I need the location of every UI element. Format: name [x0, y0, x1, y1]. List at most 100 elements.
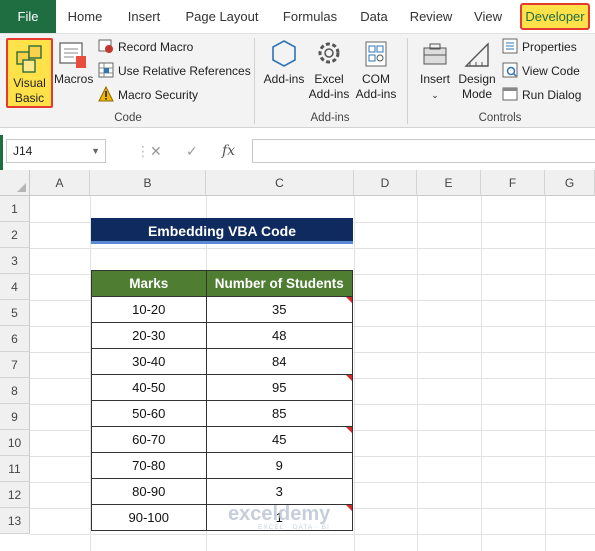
row-header[interactable]: 9 [0, 404, 30, 430]
addins-group-label: Add-ins [310, 112, 350, 124]
tab-review[interactable]: Review [402, 0, 460, 33]
marks-cell[interactable]: 50-60 [91, 400, 207, 427]
row-header[interactable]: 13 [0, 508, 30, 534]
row-header[interactable]: 4 [0, 274, 30, 300]
ribbon: Visual Basic Macros Record Macro Use Rel… [0, 33, 595, 128]
gridline [30, 248, 595, 249]
excel-addins-button[interactable]: Excel Add-ins [306, 38, 352, 102]
tab-home[interactable]: Home [60, 0, 110, 33]
column-header[interactable]: G [545, 170, 595, 196]
insert-controls-button[interactable]: Insert ⌄ [414, 38, 456, 103]
column-header[interactable]: E [417, 170, 481, 196]
enter-icon[interactable]: ✓ [186, 139, 198, 163]
marks-cell[interactable]: 70-80 [91, 452, 207, 479]
marks-cell[interactable]: 40-50 [91, 374, 207, 401]
controls-group-label: Controls [478, 112, 522, 124]
table-header[interactable]: Marks [91, 270, 207, 297]
row-header[interactable]: 5 [0, 300, 30, 326]
chevron-down-icon[interactable]: ▼ [91, 140, 100, 162]
tab-formulas[interactable]: Formulas [274, 0, 346, 33]
column-header[interactable]: C [206, 170, 354, 196]
run-dialog-button[interactable]: Run Dialog [502, 85, 581, 105]
gridline [481, 196, 482, 551]
design-mode-icon [460, 38, 494, 70]
cancel-icon[interactable]: ✕ [150, 139, 162, 163]
gridline [30, 534, 595, 535]
students-cell[interactable]: 45 [205, 426, 354, 453]
worksheet-grid[interactable]: A B C D E F G 1 2 3 4 5 6 7 8 9 10 11 12… [0, 170, 595, 551]
properties-button[interactable]: Properties [502, 37, 577, 57]
properties-icon [502, 38, 518, 54]
sheet-title[interactable]: Embedding VBA Code [91, 218, 353, 244]
marks-cell[interactable]: 20-30 [91, 322, 207, 349]
visual-basic-button[interactable]: Visual Basic [6, 38, 53, 108]
chevron-down-icon: ⌄ [431, 90, 439, 100]
students-cell[interactable]: 35 [205, 296, 354, 323]
students-cell[interactable]: 3 [205, 478, 354, 505]
row-header[interactable]: 12 [0, 482, 30, 508]
addins-button[interactable]: Add-ins [262, 38, 306, 87]
row-header[interactable]: 8 [0, 378, 30, 404]
row-header[interactable]: 6 [0, 326, 30, 352]
students-cell[interactable]: 85 [205, 400, 354, 427]
record-macro-button[interactable]: Record Macro [98, 37, 193, 57]
watermark-logo: exceldemy EXCEL · DATA · BI [228, 503, 330, 531]
marks-cell[interactable]: 30-40 [91, 348, 207, 375]
insert-function-icon[interactable]: fx [222, 139, 235, 163]
record-macro-icon [98, 38, 114, 54]
column-header[interactable]: B [90, 170, 206, 196]
table-row: 70-80 9 [91, 452, 354, 479]
properties-label: Properties [522, 40, 577, 54]
students-cell[interactable]: 95 [205, 374, 354, 401]
tab-page-layout[interactable]: Page Layout [178, 0, 266, 33]
students-cell[interactable]: 9 [205, 452, 354, 479]
row-header[interactable]: 10 [0, 430, 30, 456]
group-divider [254, 38, 255, 124]
marks-cell[interactable]: 80-90 [91, 478, 207, 505]
column-header[interactable]: D [354, 170, 417, 196]
students-cell[interactable]: 84 [205, 348, 354, 375]
com-addins-button[interactable]: COM Add-ins [352, 38, 400, 102]
table-row: 30-40 84 [91, 348, 354, 375]
macros-button[interactable]: Macros [54, 38, 93, 87]
group-divider [407, 38, 408, 124]
column-header[interactable]: A [30, 170, 90, 196]
formula-buttons: ⋮ ✕ ✓ fx [136, 139, 248, 163]
addins-icon [267, 38, 301, 70]
name-box[interactable]: J14 ▼ [6, 139, 106, 163]
marks-cell[interactable]: 90-100 [91, 504, 207, 531]
students-cell[interactable]: 48 [205, 322, 354, 349]
row-header[interactable]: 11 [0, 456, 30, 482]
macro-security-button[interactable]: Macro Security [98, 85, 198, 105]
column-header[interactable]: F [481, 170, 545, 196]
design-mode-button[interactable]: Design Mode [456, 38, 498, 102]
macro-security-label: Macro Security [118, 88, 199, 102]
row-header[interactable]: 2 [0, 222, 30, 248]
visual-basic-label: Visual Basic [13, 76, 46, 105]
tab-file[interactable]: File [0, 0, 56, 33]
tab-view[interactable]: View [466, 0, 510, 33]
table-row: 10-20 35 [91, 296, 354, 323]
marks-table: Marks Number of Students 10-20 35 20-30 … [91, 270, 354, 531]
tab-data[interactable]: Data [352, 0, 396, 33]
formula-input[interactable] [252, 139, 595, 163]
tab-insert[interactable]: Insert [118, 0, 170, 33]
gear-icon [312, 38, 346, 70]
gridline [354, 196, 355, 551]
use-relative-references-button[interactable]: Use Relative References [98, 61, 251, 81]
marks-cell[interactable]: 60-70 [91, 426, 207, 453]
relative-references-icon [98, 62, 114, 78]
view-code-button[interactable]: View Code [502, 61, 580, 81]
marks-cell[interactable]: 10-20 [91, 296, 207, 323]
toolbox-icon [418, 38, 452, 70]
run-dialog-icon [502, 86, 518, 102]
insert-controls-label: Insert [419, 72, 450, 86]
table-row: 40-50 95 [91, 374, 354, 401]
row-header[interactable]: 7 [0, 352, 30, 378]
formula-bar: J14 ▼ ⋮ ✕ ✓ fx [0, 135, 595, 168]
row-header[interactable]: 1 [0, 196, 30, 222]
table-header[interactable]: Number of Students [205, 270, 354, 297]
select-all-button[interactable] [0, 170, 30, 196]
row-header[interactable]: 3 [0, 248, 30, 274]
tab-developer[interactable]: Developer [520, 3, 590, 30]
